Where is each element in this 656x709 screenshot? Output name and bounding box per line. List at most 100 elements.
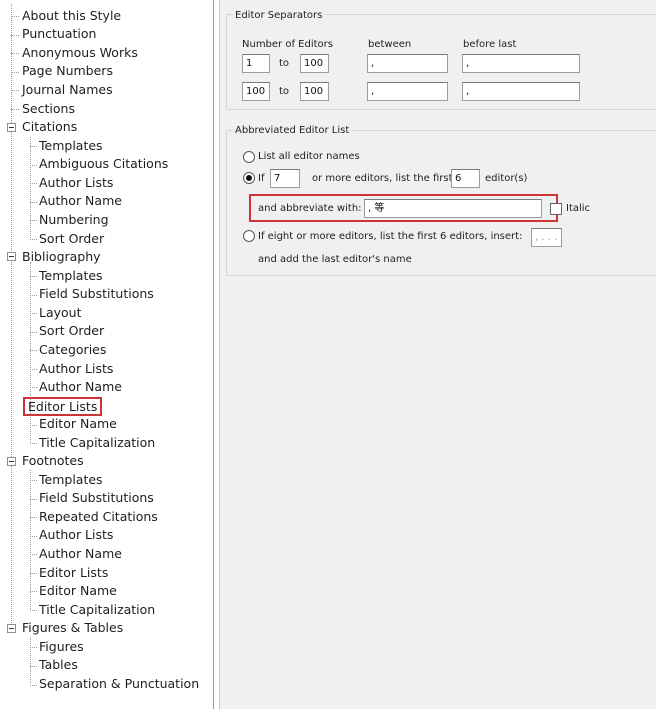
to-label: to [279,58,290,69]
tree-item-bibliography-editor-name[interactable]: Editor Name [37,415,119,433]
tree-item-citations-templates[interactable]: Templates [37,137,105,155]
tree-item-sections[interactable]: Sections [20,100,77,118]
tree-item-footnotes-editor-lists[interactable]: Editor Lists [37,564,110,582]
tree-item-footnotes-templates[interactable]: Templates [37,471,105,489]
collapse-toggle-icon[interactable] [7,457,16,466]
tree-item-bibliography-sort-order[interactable]: Sort Order [37,322,106,340]
before-last-separator-field[interactable]: , [462,54,580,73]
tree-item-label: Page Numbers [22,63,113,78]
column-header: between [368,39,412,50]
tree-connector [30,146,37,147]
tree-item-bibliography-layout[interactable]: Layout [37,304,84,322]
editors-from-field[interactable]: 1 [242,54,270,73]
tree-item-citations-numbering[interactable]: Numbering [37,211,111,229]
abbreviate-if-radio[interactable] [243,172,255,184]
tree-item-label: Author Name [39,546,122,561]
tree-item-label: Categories [39,342,107,357]
tree-item-label: Field Substitutions [39,490,154,505]
tree-connector [30,369,37,370]
tree-connector [30,332,37,333]
tree-item-bibliography-templates[interactable]: Templates [37,267,105,285]
radio-label: If eight or more editors, list the first… [258,231,523,242]
tree-item-bibliography-author-lists[interactable]: Author Lists [37,360,115,378]
tree-item-footnotes-title-capitalization[interactable]: Title Capitalization [37,601,157,619]
tree-connector [30,647,37,648]
tree-item-journal-names[interactable]: Journal Names [20,81,115,99]
tree-item-label: Punctuation [22,26,97,41]
abbreviate-with-field[interactable]: , 等 [364,199,542,218]
tree-connector [30,387,37,388]
list-all-editors-radio[interactable] [243,151,255,163]
collapse-toggle-icon[interactable] [7,624,16,633]
tree-connector [11,4,12,629]
tree-item-footnotes-repeated-citations[interactable]: Repeated Citations [37,508,160,526]
tree-item-separation-punctuation[interactable]: Separation & Punctuation [37,675,201,693]
tree-item-punctuation[interactable]: Punctuation [20,25,98,43]
tree-item-label: Templates [39,138,103,153]
tree-item-citations-author-lists[interactable]: Author Lists [37,174,115,192]
tree-item-anonymous-works[interactable]: Anonymous Works [20,44,140,62]
between-separator-field[interactable]: , [367,54,448,73]
collapse-toggle-icon[interactable] [7,123,16,132]
collapse-toggle-icon[interactable] [7,252,16,261]
tree-item-citations-author-name[interactable]: Author Name [37,192,124,210]
tree-connector [30,202,37,203]
tree-item-citations[interactable]: Citations [20,118,79,136]
tree-item-label: Anonymous Works [22,45,138,60]
tree-item-tables[interactable]: Tables [37,656,80,674]
tree-item-figures[interactable]: Figures [37,638,86,656]
tree-item-bibliography-field-substitutions[interactable]: Field Substitutions [37,285,156,303]
radio-label: List all editor names [258,151,360,162]
tree-item-bibliography-editor-lists[interactable]: Editor Lists [23,397,103,417]
tree-item-footnotes-author-lists[interactable]: Author Lists [37,526,115,544]
radio-label: If [258,173,265,184]
tree-item-bibliography-author-name[interactable]: Author Name [37,378,124,396]
first-count-field[interactable]: 6 [451,169,480,188]
italic-checkbox[interactable] [550,203,562,215]
add-last-editor-label: and add the last editor's name [258,254,412,265]
tree-item-bibliography[interactable]: Bibliography [20,248,103,266]
tree-item-label: Tables [39,657,78,672]
tree-item-label: Author Lists [39,175,114,190]
to-label: to [279,86,290,97]
editors-to-field[interactable]: 100 [300,54,329,73]
tree-item-figures-tables[interactable]: Figures & Tables [20,619,125,637]
tree-connector [11,109,19,110]
tree-connector [11,90,19,91]
tree-connector [11,35,19,36]
editors-to-field[interactable]: 100 [300,82,329,101]
tree-connector [30,239,37,240]
tree-item-footnotes-field-substitutions[interactable]: Field Substitutions [37,489,156,507]
insert-text-field[interactable]: , . . . [531,228,562,247]
tree-connector [30,165,37,166]
tree-item-footnotes-editor-name[interactable]: Editor Name [37,582,119,600]
tree-connector [11,16,19,17]
tree-item-label: Field Substitutions [39,286,154,301]
tree-item-label: Editor Name [39,583,117,598]
group-title: Abbreviated Editor List [233,125,352,137]
before-last-separator-field[interactable]: , [462,82,580,101]
column-header: before last [463,39,517,50]
tree-item-citations-sort-order[interactable]: Sort Order [37,230,106,248]
tree-connector [30,554,37,555]
between-separator-field[interactable]: , [367,82,448,101]
tree-item-label: Author Name [39,379,122,394]
tree-item-citations-ambiguous[interactable]: Ambiguous Citations [37,155,170,173]
editor-lists-panel: Editor Separators Number of Editors betw… [219,0,656,709]
editors-from-field[interactable]: 100 [242,82,270,101]
tree-item-page-numbers[interactable]: Page Numbers [20,62,115,80]
tree-connector [30,637,31,686]
tree-item-bibliography-categories[interactable]: Categories [37,341,108,359]
tree-item-footnotes-author-name[interactable]: Author Name [37,545,124,563]
tree-connector [30,183,37,184]
tree-item-bibliography-title-capitalization[interactable]: Title Capitalization [37,434,157,452]
tree-item-label: Bibliography [22,249,101,264]
tree-item-about[interactable]: About this Style [20,7,123,25]
if-count-field[interactable]: 7 [270,169,300,188]
eight-or-more-radio[interactable] [243,230,255,242]
tree-item-label: Templates [39,268,103,283]
tree-connector [30,350,37,351]
tree-item-label: Citations [22,119,78,134]
tree-item-footnotes[interactable]: Footnotes [20,452,86,470]
tree-item-label: Footnotes [22,453,84,468]
